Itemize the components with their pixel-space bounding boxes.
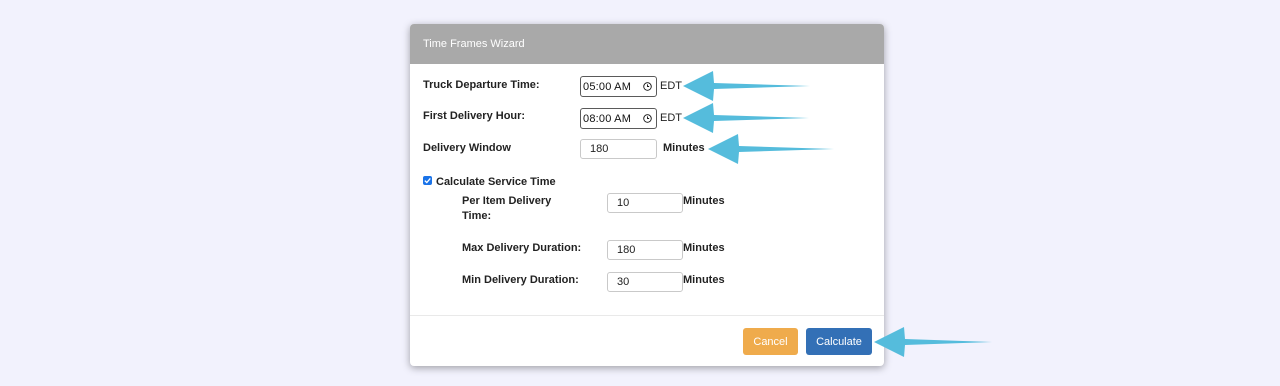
calculate-button[interactable]: Calculate: [806, 328, 872, 355]
first-delivery-timezone: EDT: [660, 112, 682, 124]
min-duration-input[interactable]: [607, 272, 683, 292]
truck-departure-label: Truck Departure Time:: [423, 79, 540, 91]
dialog-title: Time Frames Wizard: [423, 38, 525, 50]
min-duration-label: Min Delivery Duration:: [462, 274, 579, 286]
per-item-input[interactable]: [607, 193, 683, 213]
truck-departure-time-input[interactable]: 05:00 AM: [580, 76, 657, 97]
checkbox-checked-icon: [424, 177, 431, 184]
cancel-button[interactable]: Cancel: [743, 328, 798, 355]
calculate-service-time-checkbox[interactable]: [423, 176, 432, 185]
min-duration-unit: Minutes: [683, 274, 725, 286]
footer-divider: [410, 315, 884, 316]
max-duration-unit: Minutes: [683, 242, 725, 254]
truck-departure-time-value: 05:00 AM: [583, 80, 632, 93]
truck-departure-timezone: EDT: [660, 80, 682, 92]
first-delivery-label: First Delivery Hour:: [423, 110, 526, 122]
first-delivery-time-value: 08:00 AM: [583, 112, 632, 125]
dialog-header: Time Frames Wizard: [410, 24, 884, 64]
clock-icon[interactable]: [643, 114, 652, 123]
delivery-window-input[interactable]: [580, 139, 657, 159]
calculate-service-time-label: Calculate Service Time: [436, 176, 556, 188]
per-item-unit: Minutes: [683, 195, 725, 207]
max-duration-input[interactable]: [607, 240, 683, 260]
time-frames-wizard-dialog: Time Frames Wizard Truck Departure Time:…: [410, 24, 884, 366]
per-item-label-line2: Time:: [462, 210, 492, 222]
per-item-label-line1: Per Item Delivery: [462, 195, 552, 207]
max-duration-label: Max Delivery Duration:: [462, 242, 582, 254]
delivery-window-label: Delivery Window: [423, 142, 511, 154]
delivery-window-unit: Minutes: [663, 142, 705, 154]
first-delivery-time-input[interactable]: 08:00 AM: [580, 108, 657, 129]
annotation-arrow: [874, 327, 992, 357]
clock-icon[interactable]: [643, 82, 652, 91]
